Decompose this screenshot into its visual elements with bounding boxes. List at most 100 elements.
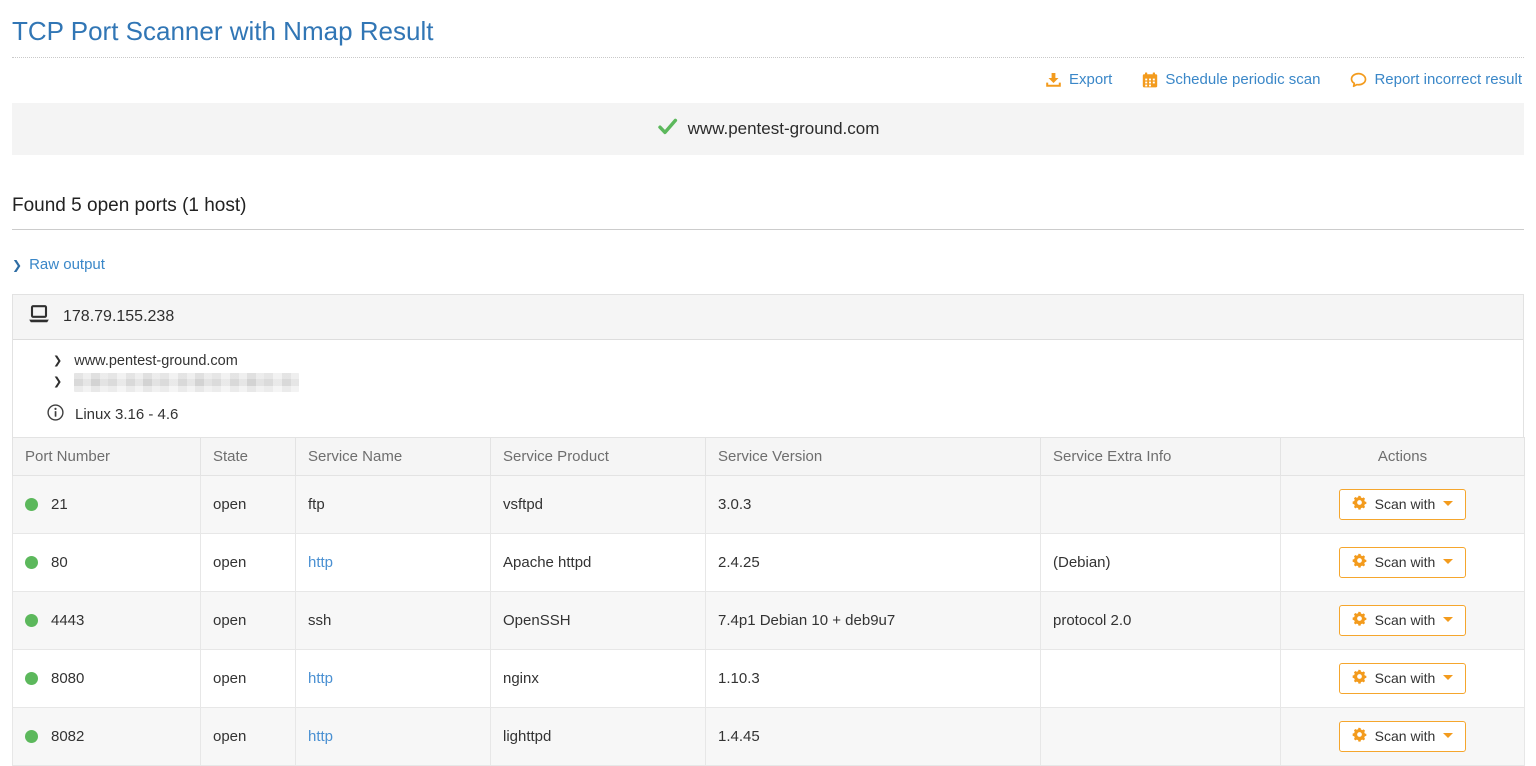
info-icon xyxy=(47,404,64,425)
page-title: TCP Port Scanner with Nmap Result xyxy=(12,16,1524,47)
report-label: Report incorrect result xyxy=(1374,71,1522,88)
caret-down-icon xyxy=(1443,733,1453,738)
scan-with-button[interactable]: Scan with xyxy=(1339,605,1467,636)
table-row: 21 open ftp vsftpd 3.0.3 Scan with xyxy=(13,475,1525,533)
service-name: http xyxy=(308,728,333,745)
caret-down-icon xyxy=(1443,559,1453,564)
gear-icon xyxy=(1352,611,1367,629)
target-hostname: www.pentest-ground.com xyxy=(688,119,880,139)
computer-icon xyxy=(27,305,51,329)
table-row: 8082 open http lighttpd 1.4.45 Scan with xyxy=(13,707,1525,765)
port-state: open xyxy=(201,649,296,707)
ports-table: Port Number State Service Name Service P… xyxy=(12,437,1525,766)
open-status-dot-icon xyxy=(25,730,38,743)
port-state: open xyxy=(201,475,296,533)
service-name: http xyxy=(308,554,333,571)
scan-with-button[interactable]: Scan with xyxy=(1339,489,1467,520)
os-row: Linux 3.16 - 4.6 xyxy=(13,404,1523,425)
comment-icon xyxy=(1350,72,1367,88)
header-port-number: Port Number xyxy=(13,437,201,475)
header-state: State xyxy=(201,437,296,475)
check-icon xyxy=(657,118,678,140)
service-product: OpenSSH xyxy=(491,591,706,649)
open-status-dot-icon xyxy=(25,556,38,569)
scan-with-label: Scan with xyxy=(1375,496,1436,512)
port-number: 4443 xyxy=(51,612,84,629)
host-body: ❯ www.pentest-ground.com ❯ Linux 3.16 - … xyxy=(13,340,1523,437)
header-service-extra-info: Service Extra Info xyxy=(1041,437,1281,475)
gear-icon xyxy=(1352,669,1367,687)
raw-output-toggle[interactable]: ❯ Raw output xyxy=(12,256,105,273)
table-header-row: Port Number State Service Name Service P… xyxy=(13,437,1525,475)
scan-with-label: Scan with xyxy=(1375,670,1436,686)
gear-icon xyxy=(1352,553,1367,571)
host-hostname: www.pentest-ground.com xyxy=(74,351,238,372)
redacted-hostname xyxy=(74,373,299,392)
hostname-row-redacted: ❯ xyxy=(13,372,1523,393)
service-product: lighttpd xyxy=(491,707,706,765)
caret-down-icon xyxy=(1443,617,1453,622)
summary-heading: Found 5 open ports (1 host) xyxy=(12,195,1524,230)
service-version: 1.10.3 xyxy=(706,649,1041,707)
port-number: 21 xyxy=(51,496,68,513)
service-version: 2.4.25 xyxy=(706,533,1041,591)
scan-with-label: Scan with xyxy=(1375,612,1436,628)
open-status-dot-icon xyxy=(25,672,38,685)
service-version: 1.4.45 xyxy=(706,707,1041,765)
open-status-dot-icon xyxy=(25,614,38,627)
service-version: 7.4p1 Debian 10 + deb9u7 xyxy=(706,591,1041,649)
port-state: open xyxy=(201,707,296,765)
port-number: 80 xyxy=(51,554,68,571)
gear-icon xyxy=(1352,495,1367,513)
table-row: 4443 open ssh OpenSSH 7.4p1 Debian 10 + … xyxy=(13,591,1525,649)
title-row: TCP Port Scanner with Nmap Result xyxy=(12,0,1524,58)
host-panel: 178.79.155.238 ❯ www.pentest-ground.com … xyxy=(12,294,1524,437)
ports-table-body: 21 open ftp vsftpd 3.0.3 Scan with xyxy=(13,475,1525,765)
export-label: Export xyxy=(1069,71,1112,88)
header-service-version: Service Version xyxy=(706,437,1041,475)
header-service-name: Service Name xyxy=(296,437,491,475)
toolbar: Export Schedule periodic scan xyxy=(12,58,1524,92)
scan-with-button[interactable]: Scan with xyxy=(1339,663,1467,694)
open-status-dot-icon xyxy=(25,498,38,511)
host-header: 178.79.155.238 xyxy=(13,295,1523,340)
schedule-periodic-scan-button[interactable]: Schedule periodic scan xyxy=(1142,71,1320,88)
service-extra-info: protocol 2.0 xyxy=(1041,591,1281,649)
service-extra-info xyxy=(1041,707,1281,765)
export-button[interactable]: Export xyxy=(1045,71,1112,88)
hostname-row: ❯ www.pentest-ground.com xyxy=(13,351,1523,372)
report-incorrect-result-button[interactable]: Report incorrect result xyxy=(1350,71,1522,88)
caret-down-icon xyxy=(1443,675,1453,680)
scan-with-button[interactable]: Scan with xyxy=(1339,547,1467,578)
port-number: 8080 xyxy=(51,670,84,687)
service-product: nginx xyxy=(491,649,706,707)
table-row: 8080 open http nginx 1.10.3 Scan with xyxy=(13,649,1525,707)
scan-with-label: Scan with xyxy=(1375,728,1436,744)
schedule-label: Schedule periodic scan xyxy=(1165,71,1320,88)
caret-down-icon xyxy=(1443,501,1453,506)
gear-icon xyxy=(1352,727,1367,745)
download-icon xyxy=(1045,72,1062,88)
service-version: 3.0.3 xyxy=(706,475,1041,533)
table-row: 80 open http Apache httpd 2.4.25 (Debian… xyxy=(13,533,1525,591)
port-number: 8082 xyxy=(51,728,84,745)
service-product: Apache httpd xyxy=(491,533,706,591)
port-state: open xyxy=(201,591,296,649)
service-name: http xyxy=(308,670,333,687)
service-name: ssh xyxy=(308,612,331,629)
chevron-right-icon: ❯ xyxy=(53,372,62,393)
chevron-right-icon: ❯ xyxy=(53,351,62,372)
port-state: open xyxy=(201,533,296,591)
calendar-icon xyxy=(1142,72,1158,88)
scan-with-label: Scan with xyxy=(1375,554,1436,570)
target-banner: www.pentest-ground.com xyxy=(12,103,1524,155)
host-os: Linux 3.16 - 4.6 xyxy=(75,406,178,423)
raw-output-label: Raw output xyxy=(29,256,105,273)
chevron-right-icon: ❯ xyxy=(12,258,22,272)
header-service-product: Service Product xyxy=(491,437,706,475)
service-extra-info xyxy=(1041,649,1281,707)
host-ip: 178.79.155.238 xyxy=(63,308,174,326)
service-extra-info: (Debian) xyxy=(1041,533,1281,591)
header-actions: Actions xyxy=(1281,437,1525,475)
scan-with-button[interactable]: Scan with xyxy=(1339,721,1467,752)
